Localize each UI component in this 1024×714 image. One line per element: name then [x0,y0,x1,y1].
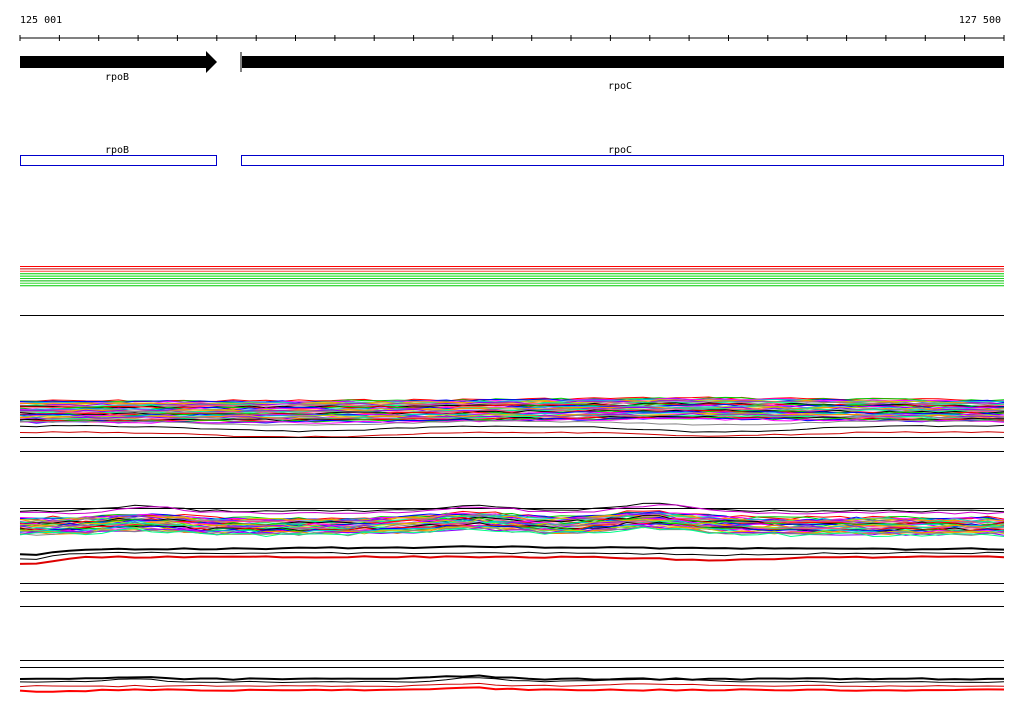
gene-arrow-rpob[interactable] [20,51,217,73]
annotation-label-rpoc: rpoC [608,145,632,156]
profile-track-c [19,674,1005,693]
gene-track: rpoB rpoC [20,51,1004,92]
profile-line [19,504,1005,515]
annotation-box-rpoc[interactable] [241,155,1004,166]
coordinate-ruler: 125 001 127 500 [19,15,1005,41]
annotation-track: rpoB rpoC [20,145,1004,166]
ruler-end-label: 127 500 [959,15,1001,26]
genome-browser-view: 125 001 127 500 rpoB rpoC rpoB rpoC [19,15,1005,693]
profile-line [19,686,1005,693]
ruler-start-label: 125 001 [20,15,62,26]
gene-label-rpob: rpoB [105,72,129,83]
profile-line [19,674,1004,681]
annotation-label-rpob: rpoB [105,145,129,156]
profile-track-b [19,502,1005,565]
gene-arrow-rpoc[interactable] [240,52,1004,72]
profile-line [19,682,1005,688]
flat-signal-track [20,266,1004,287]
profile-line [19,431,1005,438]
profile-line [19,555,1005,565]
annotation-box-rpob[interactable] [20,155,217,166]
profile-track-a [19,396,1005,438]
gene-label-rpoc: rpoC [608,81,632,92]
profile-line [19,424,1005,433]
